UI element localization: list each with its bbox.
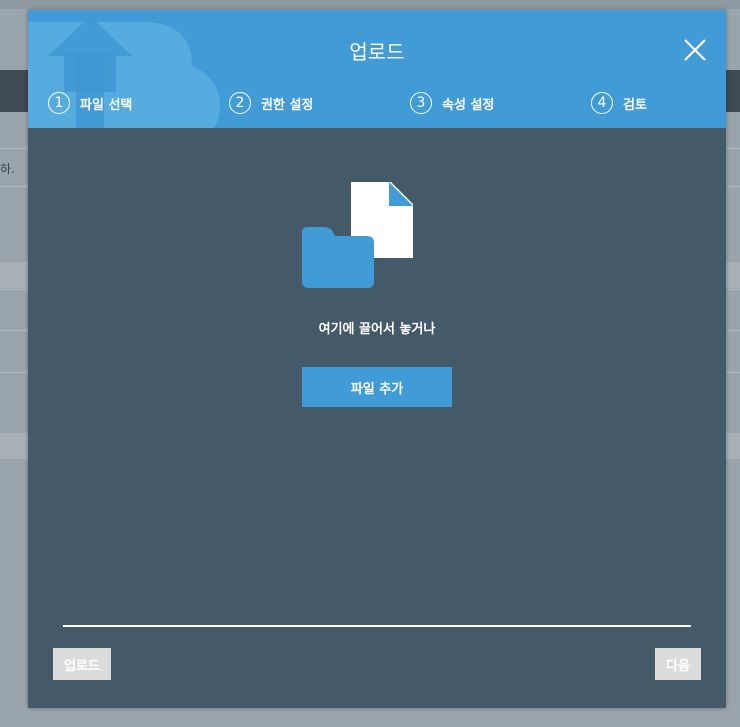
upload-button[interactable]: 업로드 <box>53 648 111 680</box>
step-label: 권한 설정 <box>261 97 314 113</box>
close-icon <box>684 39 706 61</box>
step-1[interactable]: 1 파일 선택 <box>48 90 132 116</box>
step-label: 파일 선택 <box>80 97 133 113</box>
step-2[interactable]: 2 권한 설정 <box>229 90 313 116</box>
step-3[interactable]: 3 속성 설정 <box>410 90 494 116</box>
step-number: 4 <box>591 92 613 114</box>
step-label: 검토 <box>623 97 647 113</box>
dialog-header: 업로드 1 파일 선택 2 권한 설정 3 속성 설정 4 검토 <box>28 10 726 128</box>
background-text-fragment: 하. <box>0 162 15 176</box>
next-button[interactable]: 다음 <box>655 648 701 680</box>
step-label: 속성 설정 <box>442 97 495 113</box>
file-folder-icon <box>302 182 413 288</box>
step-number: 1 <box>48 92 70 114</box>
drop-zone-text: 여기에 끌어서 놓거나 <box>318 322 436 337</box>
upload-dialog: 업로드 1 파일 선택 2 권한 설정 3 속성 설정 4 검토 여기에 끌어서… <box>28 10 726 708</box>
add-file-button[interactable]: 파일 추가 <box>302 367 452 407</box>
step-4[interactable]: 4 검토 <box>591 90 647 116</box>
close-button[interactable] <box>682 37 708 63</box>
dialog-title: 업로드 <box>349 40 405 64</box>
step-number: 2 <box>229 92 251 114</box>
background-topbar <box>0 0 740 9</box>
wizard-steps: 1 파일 선택 2 권한 설정 3 속성 설정 4 검토 <box>28 90 726 116</box>
step-number: 3 <box>410 92 432 114</box>
footer-divider <box>63 625 691 627</box>
